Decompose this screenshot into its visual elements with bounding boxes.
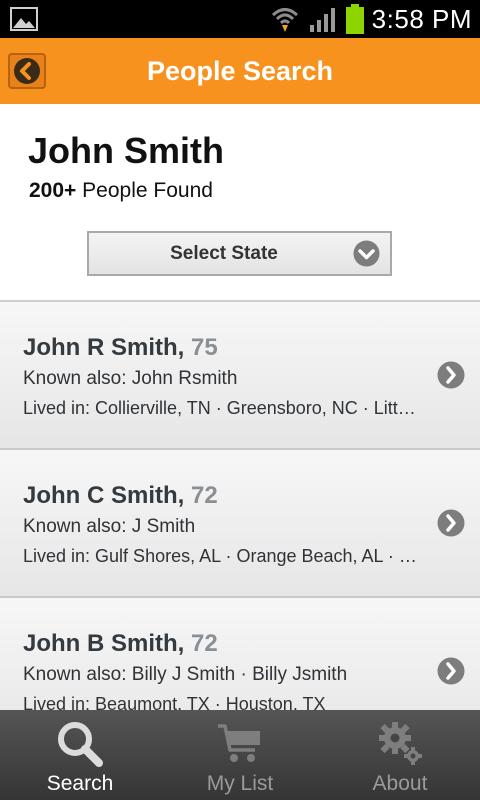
tab-about-label: About xyxy=(372,772,428,795)
status-time: 3:58 PM xyxy=(371,3,472,34)
chevron-right-icon[interactable] xyxy=(437,361,465,389)
result-age: 72 xyxy=(191,630,218,657)
chevron-right-icon[interactable] xyxy=(437,657,465,685)
tab-about[interactable]: About xyxy=(320,710,480,800)
result-row[interactable]: John C Smith, 72 Known also: J Smith Liv… xyxy=(0,450,480,598)
search-icon xyxy=(58,722,103,767)
search-query-name: John Smith xyxy=(28,130,224,171)
result-name: John C Smith, 72 xyxy=(23,482,218,510)
gear-icon xyxy=(379,722,422,765)
result-name-text: John R Smith, xyxy=(23,334,185,361)
back-button[interactable] xyxy=(8,53,46,89)
page-title: People Search xyxy=(146,56,334,86)
cart-icon xyxy=(218,724,260,762)
state-select-dropdown[interactable]: Select State xyxy=(87,231,392,276)
search-summary: John Smith 200+ People Found Select Stat… xyxy=(0,104,480,300)
title-bar: People Search xyxy=(0,38,480,104)
result-known-also: Known also: J Smith xyxy=(23,516,196,537)
result-lived-in: Lived in: Beaumont, TX · Houston, TX xyxy=(23,694,326,710)
tab-my-list[interactable]: My List xyxy=(160,710,320,800)
result-age: 72 xyxy=(191,482,218,509)
status-bar: 3:58 PM xyxy=(0,0,480,38)
result-count: 200+ People Found xyxy=(29,179,213,203)
result-count-suffix: People Found xyxy=(82,179,213,202)
result-lived-in: Lived in: Gulf Shores, AL · Orange Beach… xyxy=(23,546,418,566)
result-known-also: Known also: Billy J Smith · Billy Jsmith xyxy=(23,664,348,685)
result-lived-in: Lived in: Collierville, TN · Greensboro,… xyxy=(23,398,418,418)
chevron-right-icon[interactable] xyxy=(437,509,465,537)
tab-my-list-label: My List xyxy=(206,772,274,795)
tab-search[interactable]: Search xyxy=(0,710,160,800)
result-age: 75 xyxy=(191,334,218,361)
result-name-text: John B Smith, xyxy=(23,630,185,657)
status-indicators: 3:58 PM xyxy=(270,0,472,38)
state-select-label: Select State xyxy=(170,243,278,264)
back-arrow-icon xyxy=(14,58,40,84)
wifi-icon xyxy=(271,8,298,32)
results-list[interactable]: John R Smith, 75 Known also: John Rsmith… xyxy=(0,302,480,710)
result-count-number: 200+ xyxy=(29,179,77,202)
result-row[interactable]: John R Smith, 75 Known also: John Rsmith… xyxy=(0,302,480,450)
result-known-also: Known also: John Rsmith xyxy=(23,368,238,389)
result-name-text: John C Smith, xyxy=(23,482,185,509)
signal-icon xyxy=(309,8,335,32)
result-name: John R Smith, 75 xyxy=(23,334,218,362)
result-name: John B Smith, 72 xyxy=(23,630,218,658)
chevron-down-icon xyxy=(353,240,380,267)
bottom-tab-bar: Search My List About xyxy=(0,710,480,800)
gallery-icon xyxy=(10,7,38,31)
result-row[interactable]: John B Smith, 72 Known also: Billy J Smi… xyxy=(0,598,480,710)
battery-icon xyxy=(345,4,364,34)
tab-search-label: Search xyxy=(46,772,114,795)
